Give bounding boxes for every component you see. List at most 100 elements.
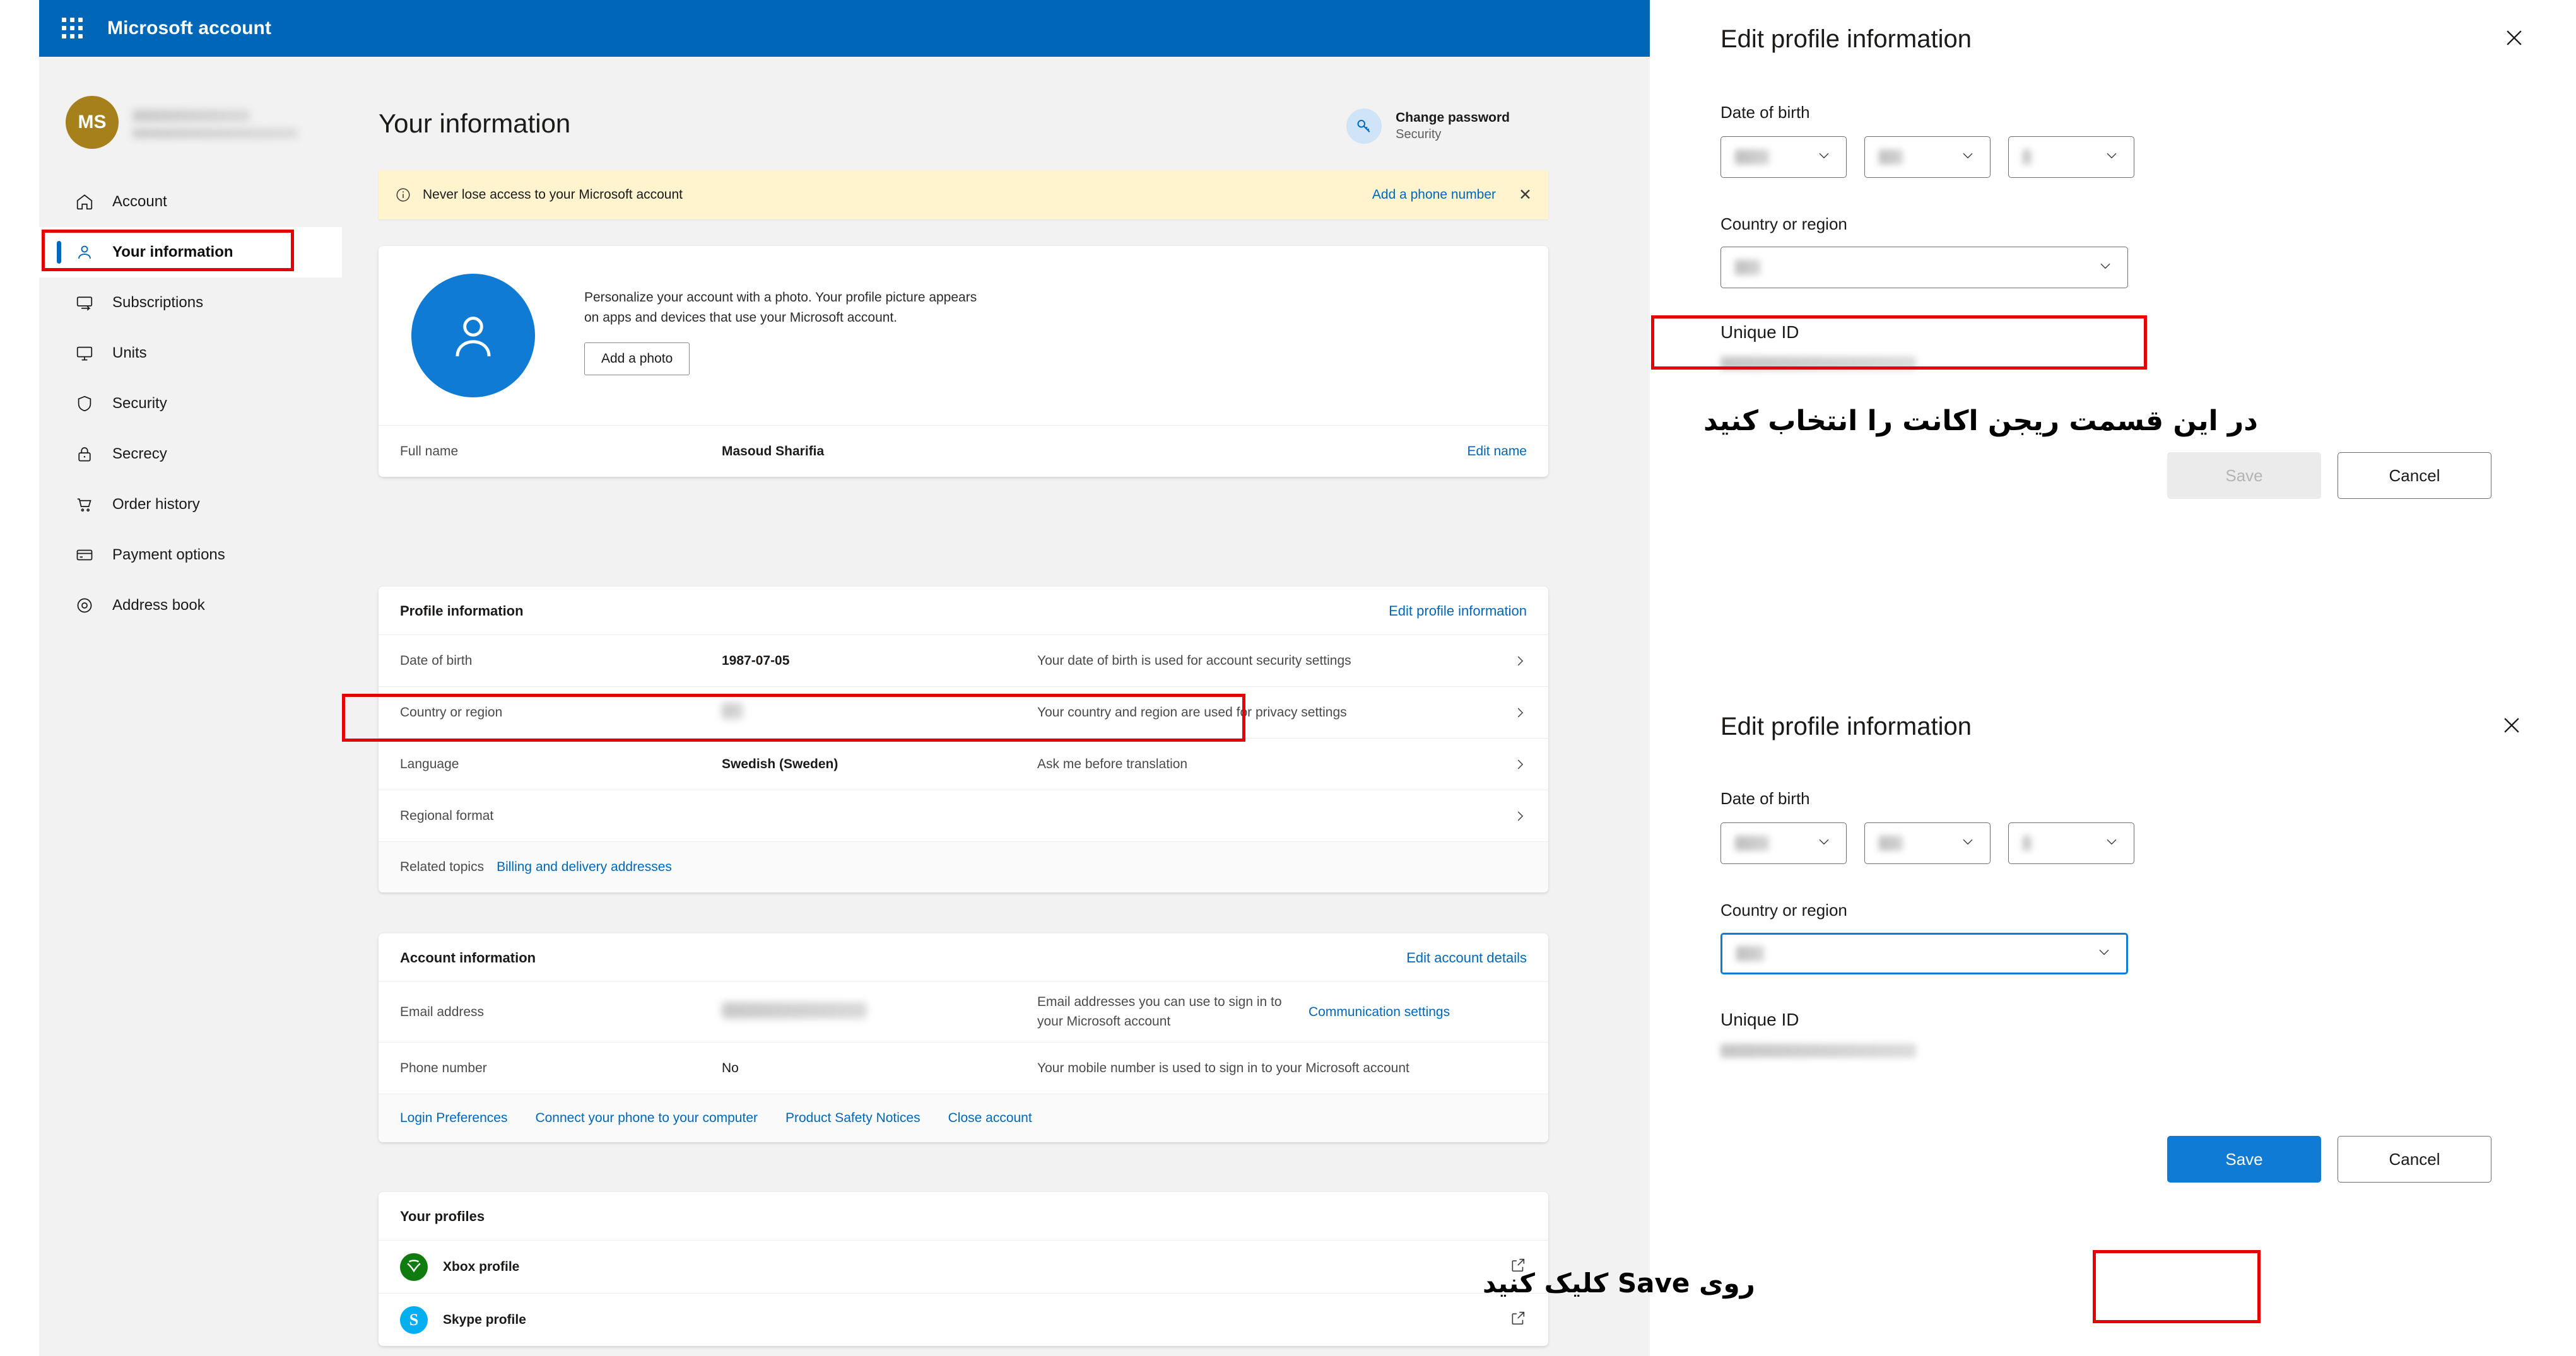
key-icon xyxy=(1346,108,1382,144)
external-link-icon[interactable] xyxy=(1509,1309,1527,1330)
chevron-down-icon xyxy=(2096,944,2112,964)
dob-year-select[interactable] xyxy=(1720,822,1847,864)
row-country-or-region[interactable]: Country or region Your country and regio… xyxy=(379,686,1548,738)
sidebar-item-label: Subscriptions xyxy=(112,294,204,311)
close-account-link[interactable]: Close account xyxy=(948,1111,1032,1126)
sidebar-item-subscriptions[interactable]: Subscriptions xyxy=(39,278,342,328)
full-name-label: Full name xyxy=(400,443,459,459)
sidebar-item-secrecy[interactable]: Secrecy xyxy=(39,429,342,479)
add-photo-button[interactable]: Add a photo xyxy=(584,342,690,375)
cancel-button[interactable]: Cancel xyxy=(2338,1136,2491,1183)
main-content: Your information Change password Securit… xyxy=(342,57,1650,1356)
dob-month-select[interactable] xyxy=(1864,822,1991,864)
close-icon[interactable] xyxy=(2499,713,2524,741)
close-icon[interactable]: ✕ xyxy=(1519,187,1532,203)
save-button[interactable]: Save xyxy=(2167,1136,2321,1183)
sidebar-item-units[interactable]: Units xyxy=(39,328,342,378)
row-desc: Your mobile number is used to sign in to… xyxy=(1037,1060,1409,1075)
row-language[interactable]: Language Swedish (Sweden) Ask me before … xyxy=(379,738,1548,790)
row-email-address[interactable]: Email address Email addresses you can us… xyxy=(379,981,1548,1042)
sidebar-item-order-history[interactable]: Order history xyxy=(39,479,342,530)
row-value-redacted xyxy=(722,1002,1037,1022)
dob-selects-1 xyxy=(1650,136,2576,178)
profile-row-xbox[interactable]: Xbox profile xyxy=(379,1240,1548,1293)
account-card-header: Account information Edit account details xyxy=(379,933,1548,981)
edit-profile-information-link[interactable]: Edit profile information xyxy=(1389,603,1527,619)
sidebar-item-payment-options[interactable]: Payment options xyxy=(39,530,342,580)
row-label: Email address xyxy=(400,1004,485,1019)
profile-row-skype[interactable]: S Skype profile xyxy=(379,1293,1548,1346)
change-password-title: Change password xyxy=(1396,110,1510,126)
edit-profile-dialog-2: Edit profile information Date of birth C… xyxy=(1650,687,2576,1356)
sidebar-nav: Account Your information Subscriptions U… xyxy=(39,177,342,631)
banner-text: Never lose access to your Microsoft acco… xyxy=(423,187,683,202)
dob-month-select[interactable] xyxy=(1864,136,1991,178)
dialog-1-header: Edit profile information xyxy=(1650,0,2576,54)
dialog-panel: Edit profile information Date of birth C… xyxy=(1650,0,2576,1356)
chevron-down-icon xyxy=(1960,834,1976,853)
shield-icon xyxy=(74,394,95,414)
dob-day-select[interactable] xyxy=(2008,136,2134,178)
row-label: Regional format xyxy=(400,808,494,823)
annotation-click-save: روی Save کلیک کنید xyxy=(1483,1268,1755,1299)
info-icon xyxy=(395,187,411,203)
row-desc: Email addresses you can use to sign in t… xyxy=(1037,995,1282,1029)
save-button[interactable]: Save xyxy=(2167,452,2321,499)
login-preferences-link[interactable]: Login Preferences xyxy=(400,1111,507,1126)
sidebar-item-security[interactable]: Security xyxy=(39,378,342,429)
sidebar-item-label: Security xyxy=(112,395,167,412)
product-safety-notices-link[interactable]: Product Safety Notices xyxy=(785,1111,920,1126)
your-profiles-card: Your profiles Xbox profile S Skype profi xyxy=(379,1192,1548,1346)
full-name-row[interactable]: Full name Masoud Sharifia Edit name xyxy=(379,425,1548,477)
row-desc: Your date of birth is used for account s… xyxy=(1037,653,1351,668)
dialog-1-buttons: Save Cancel xyxy=(1650,452,2576,499)
add-phone-number-link[interactable]: Add a phone number xyxy=(1372,187,1496,202)
person-icon xyxy=(74,242,95,262)
dialog-title: Edit profile information xyxy=(1720,25,1972,53)
sidebar-item-account[interactable]: Account xyxy=(39,177,342,227)
row-regional-format[interactable]: Regional format xyxy=(379,790,1548,841)
row-label: Date of birth xyxy=(400,653,473,668)
sidebar-item-your-information[interactable]: Your information xyxy=(39,227,342,278)
edit-account-details-link[interactable]: Edit account details xyxy=(1406,950,1527,966)
sidebar-item-label: Your information xyxy=(112,243,233,260)
xbox-icon xyxy=(400,1253,428,1281)
sidebar-item-address-book[interactable]: Address book xyxy=(39,580,342,631)
dob-day-select[interactable] xyxy=(2008,822,2134,864)
waffle-grid-icon[interactable] xyxy=(62,18,83,39)
row-label: Country or region xyxy=(400,704,503,720)
close-icon[interactable] xyxy=(2502,25,2527,54)
sidebar-item-label: Address book xyxy=(112,597,205,614)
chevron-right-icon xyxy=(1502,809,1527,823)
sidebar-profile-chip[interactable]: MS xyxy=(39,57,342,149)
connect-phone-link[interactable]: Connect your phone to your computer xyxy=(535,1111,758,1126)
dialog-2-buttons: Save Cancel xyxy=(1650,1136,2576,1183)
country-or-region-select[interactable] xyxy=(1720,247,2128,288)
profiles-card-title: Your profiles xyxy=(400,1208,485,1224)
skype-icon: S xyxy=(400,1306,428,1334)
person-avatar-icon xyxy=(411,274,535,397)
row-desc: Your country and region are used for pri… xyxy=(1037,704,1347,720)
dob-label: Date of birth xyxy=(1720,103,1810,122)
sidebar-item-label: Secrecy xyxy=(112,445,167,462)
related-topics: Related topics Billing and delivery addr… xyxy=(379,841,1548,892)
dialog-2-header: Edit profile information xyxy=(1650,687,2576,741)
edit-name-link[interactable]: Edit name xyxy=(1467,444,1527,459)
sidebar: MS Account Your information Subscription… xyxy=(39,57,342,1356)
row-desc: Ask me before translation xyxy=(1037,756,1188,771)
row-date-of-birth[interactable]: Date of birth 1987-07-05 Your date of bi… xyxy=(379,634,1548,686)
dob-year-select[interactable] xyxy=(1720,136,1847,178)
unique-id-value-redacted xyxy=(1720,1044,1916,1058)
chevron-down-icon xyxy=(1816,834,1832,853)
communication-settings-link[interactable]: Communication settings xyxy=(1309,1005,1450,1020)
row-phone-number[interactable]: Phone number No Your mobile number is us… xyxy=(379,1042,1548,1094)
chevron-down-icon xyxy=(2103,148,2120,167)
change-password-shortcut[interactable]: Change password Security xyxy=(1346,108,1510,144)
cancel-button[interactable]: Cancel xyxy=(2338,452,2491,499)
phone-warning-banner: Never lose access to your Microsoft acco… xyxy=(379,170,1548,219)
full-name-value: Masoud Sharifia xyxy=(722,443,825,459)
billing-and-delivery-addresses-link[interactable]: Billing and delivery addresses xyxy=(497,860,672,875)
location-icon xyxy=(74,595,95,616)
row-value: No xyxy=(722,1060,739,1075)
country-or-region-select[interactable] xyxy=(1720,933,2128,974)
